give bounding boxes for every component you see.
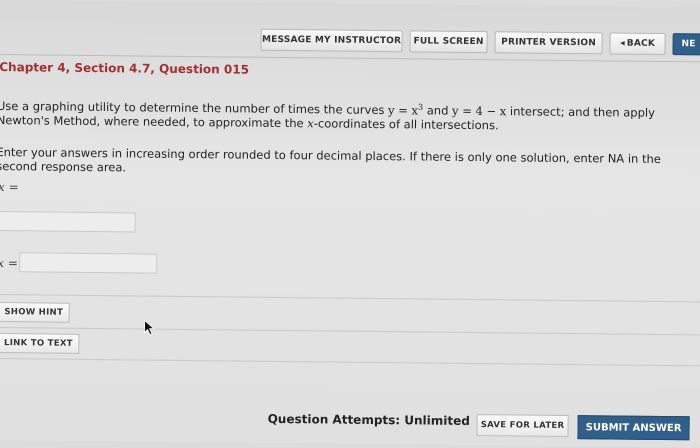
answer-2-label: x = bbox=[0, 256, 18, 271]
divider bbox=[0, 357, 700, 367]
mouse-pointer-icon bbox=[144, 319, 156, 336]
back-label: BACK bbox=[626, 38, 656, 49]
next-button[interactable]: NE bbox=[672, 33, 700, 56]
show-hint-button[interactable]: SHOW HINT bbox=[0, 302, 70, 323]
question-attempts: Question Attempts: Unlimited bbox=[267, 411, 470, 428]
answer-1-label: x = bbox=[0, 180, 19, 195]
divider bbox=[0, 326, 700, 336]
instructions-text: Enter your answers in increasing order r… bbox=[0, 145, 661, 175]
back-arrow-icon: ◂ bbox=[620, 38, 625, 49]
divider bbox=[0, 293, 700, 303]
question-title: Chapter 4, Section 4.7, Question 015 bbox=[0, 60, 250, 77]
equation-cubic: y = x3 bbox=[388, 102, 424, 118]
save-for-later-button[interactable]: SAVE FOR LATER bbox=[476, 414, 569, 438]
full-screen-button[interactable]: FULL SCREEN bbox=[409, 30, 488, 54]
assignment-page: MESSAGE MY INSTRUCTOR FULL SCREEN PRINTE… bbox=[0, 0, 700, 448]
message-instructor-button[interactable]: MESSAGE MY INSTRUCTOR bbox=[260, 28, 403, 53]
answer-2-input[interactable] bbox=[19, 252, 158, 274]
printer-version-button[interactable]: PRINTER VERSION bbox=[494, 31, 603, 55]
equation-linear: y = 4 − x bbox=[452, 103, 507, 119]
submit-answer-button[interactable]: SUBMIT ANSWER bbox=[577, 415, 690, 441]
top-toolbar: MESSAGE MY INSTRUCTOR FULL SCREEN PRINTE… bbox=[0, 13, 700, 63]
link-to-text-button[interactable]: LINK TO TEXT bbox=[0, 333, 80, 354]
question-text: Use a graphing utility to determine the … bbox=[0, 96, 655, 134]
back-button[interactable]: ◂ BACK bbox=[609, 32, 666, 56]
answer-1-input[interactable] bbox=[0, 211, 136, 233]
